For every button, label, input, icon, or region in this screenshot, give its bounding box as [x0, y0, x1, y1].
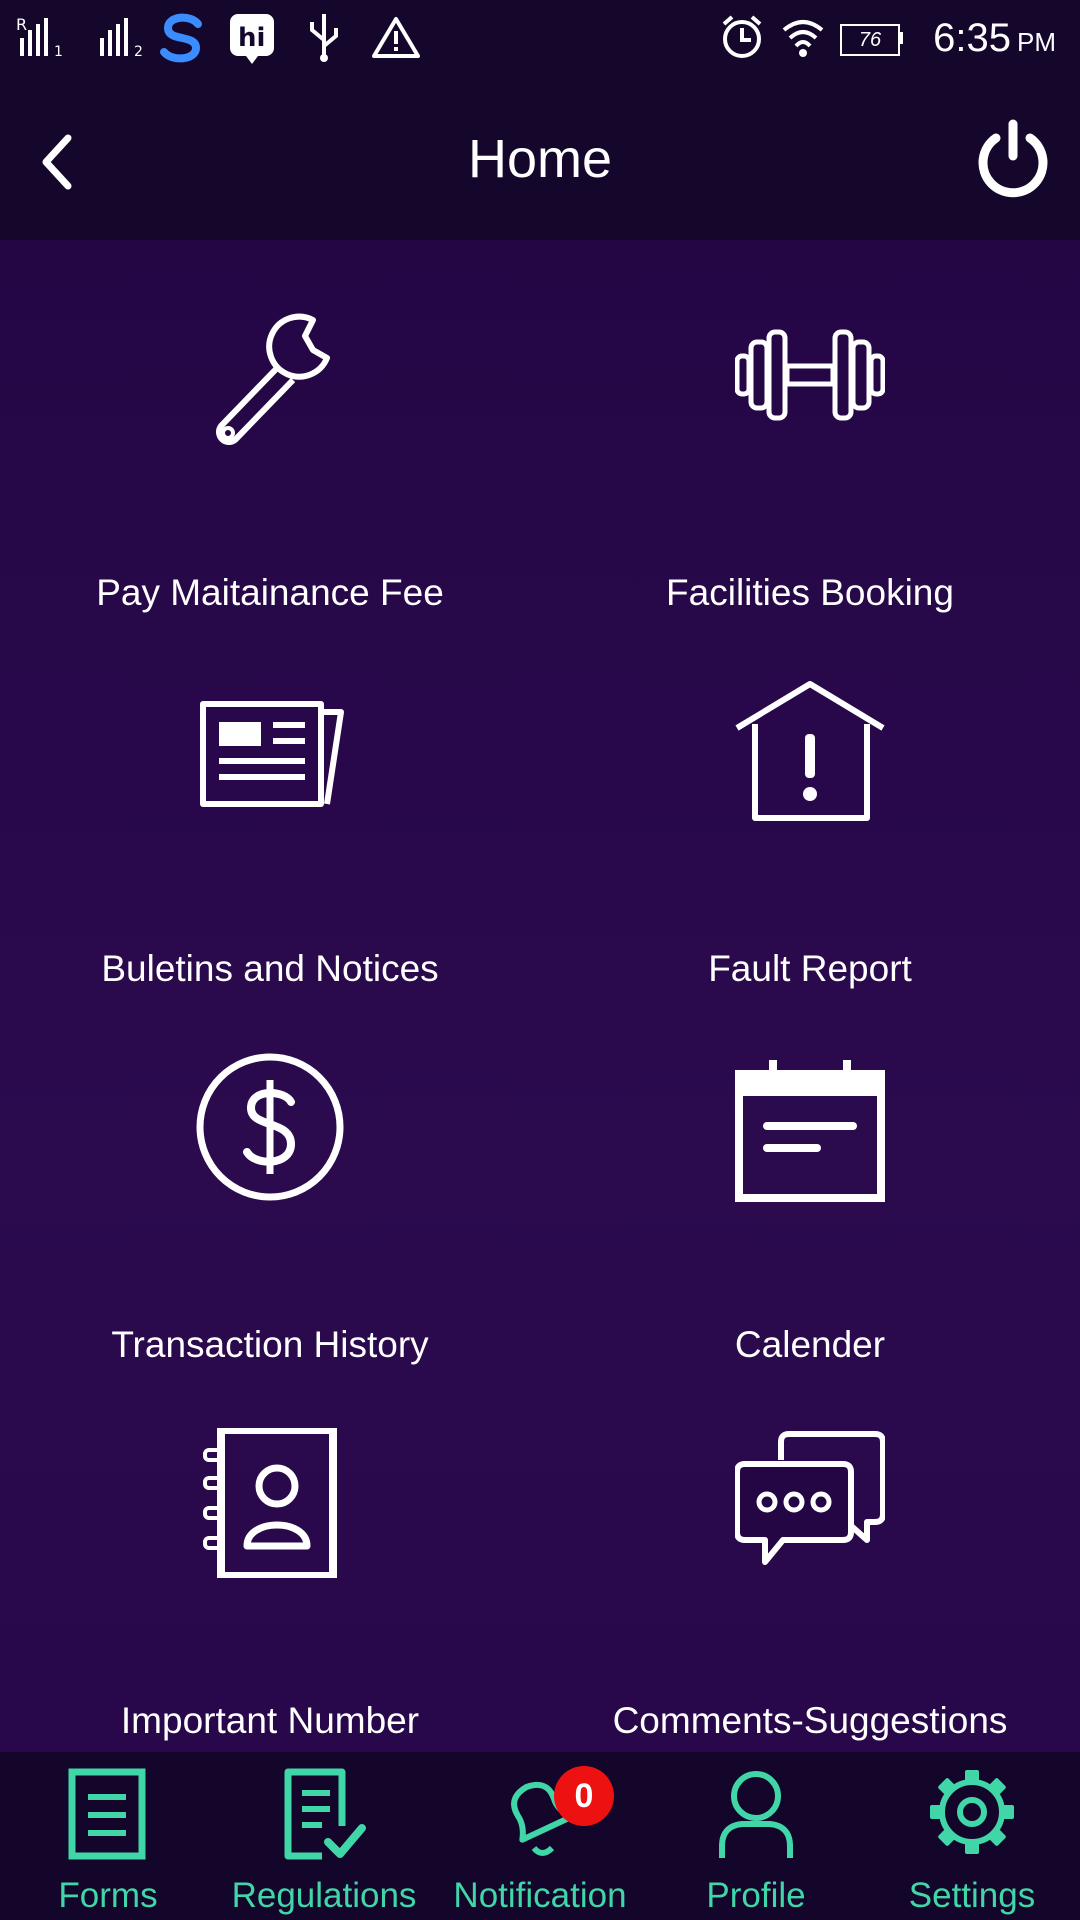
calendar-icon	[735, 1060, 885, 1202]
dumbbell-icon	[735, 329, 885, 421]
tile-fault-report[interactable]: Fault Report	[540, 616, 1080, 992]
newspaper-icon	[200, 701, 344, 807]
bottom-nav: Forms Regulations 0 Notification Profile	[0, 1752, 1080, 1920]
alarm-icon	[722, 15, 762, 58]
svg-text:hi: hi	[238, 23, 265, 53]
svg-text:2: 2	[134, 44, 143, 58]
form-icon	[68, 1768, 146, 1860]
wrench-icon	[216, 313, 330, 445]
house-alert-icon	[735, 681, 885, 821]
profile-icon	[719, 1771, 793, 1858]
nav-notification[interactable]: 0 Notification	[432, 1752, 648, 1920]
tile-label: Transaction History	[111, 1324, 429, 1365]
nav-settings[interactable]: Settings	[864, 1752, 1080, 1920]
tile-label: Important Number	[120, 1700, 420, 1741]
signal-icon: R 1	[16, 16, 63, 58]
tile-bulletins-notices[interactable]: Buletins and Notices	[0, 616, 540, 992]
svg-text:R: R	[16, 16, 27, 34]
dollar-circle-icon	[196, 1053, 344, 1201]
nav-profile[interactable]: Profile	[648, 1752, 864, 1920]
gear-icon	[930, 1770, 1014, 1854]
clock-ampm: PM	[1017, 27, 1056, 57]
chat-bubbles-icon	[735, 1431, 885, 1565]
tile-label: Buletins and Notices	[101, 948, 439, 989]
tile-label: Calender	[734, 1324, 886, 1365]
regulations-icon	[284, 1768, 366, 1860]
tile-label: Fault Report	[708, 948, 912, 989]
battery-tip	[899, 32, 903, 44]
hi-app-icon: hi	[230, 14, 274, 64]
clock: 6:35 PM	[933, 16, 1056, 61]
nav-label: Profile	[706, 1876, 806, 1915]
tile-facilities-booking[interactable]: Facilities Booking	[540, 240, 1080, 616]
home-grid: Pay Maitainance Fee Facilities Booking B…	[0, 240, 1080, 1752]
tile-pay-maintenance-fee[interactable]: Pay Maitainance Fee	[0, 240, 540, 616]
battery-indicator: 76	[840, 24, 900, 56]
svg-text:1: 1	[54, 44, 63, 58]
power-icon[interactable]	[970, 116, 1056, 202]
nav-regulations[interactable]: Regulations	[216, 1752, 432, 1920]
tile-label: Facilities Booking	[666, 572, 954, 613]
nav-forms[interactable]: Forms	[0, 1752, 216, 1920]
nav-label: Regulations	[231, 1876, 417, 1915]
app-bar: Home	[0, 80, 1080, 240]
tile-label: Pay Maitainance Fee	[96, 572, 444, 613]
tile-important-number[interactable]: Important Number	[0, 1368, 540, 1744]
s-app-icon	[160, 13, 202, 63]
tile-transaction-history[interactable]: Transaction History	[0, 992, 540, 1368]
notification-badge: 0	[554, 1766, 614, 1826]
usb-icon	[310, 14, 338, 62]
wifi-icon	[782, 20, 824, 57]
page-title: Home	[467, 129, 613, 189]
warning-icon	[372, 17, 420, 58]
tile-comments-suggestions[interactable]: Comments-Suggestions	[540, 1368, 1080, 1744]
status-bar: R 1 2 hi 76 6:35 PM	[0, 0, 1080, 80]
nav-label: Forms	[58, 1876, 158, 1915]
tile-label: Comments-Suggestions	[612, 1700, 1008, 1741]
nav-label: Settings	[908, 1876, 1036, 1915]
clock-time: 6:35	[933, 16, 1011, 60]
nav-label: Notification	[453, 1876, 627, 1915]
contact-book-icon	[203, 1428, 337, 1578]
tile-calendar[interactable]: Calender	[540, 992, 1080, 1368]
signal-icon: 2	[100, 18, 143, 58]
